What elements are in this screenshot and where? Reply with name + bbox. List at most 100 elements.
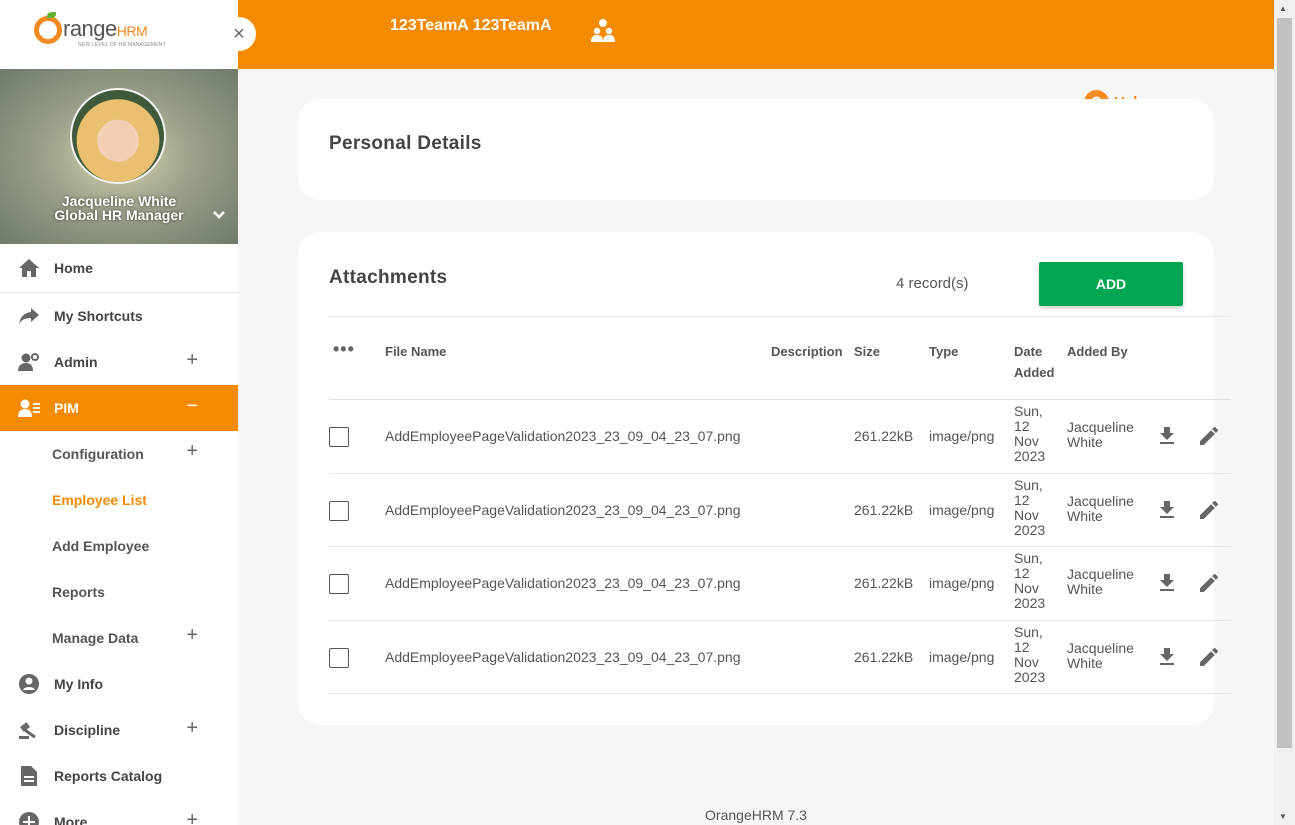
column-header-description[interactable]: Description xyxy=(771,341,843,362)
scroll-down-arrow-icon[interactable]: ▼ xyxy=(1279,812,1287,821)
orangehrm-logo[interactable]: rangeHRM xyxy=(34,12,148,44)
menu-item-pim[interactable]: PIM − xyxy=(0,385,238,431)
table-row: AddEmployeePageValidation2023_23_09_04_2… xyxy=(329,621,1231,694)
date-added-cell: Sun, 12 Nov 2023 xyxy=(1014,623,1054,685)
expand-plus-icon[interactable]: + xyxy=(186,624,198,647)
scroll-up-arrow-icon[interactable]: ▲ xyxy=(1279,4,1287,13)
profile-role: Global HR Manager xyxy=(54,207,184,223)
date-weekday: Sun, xyxy=(1014,403,1043,419)
scroll-thumb[interactable] xyxy=(1277,18,1292,748)
close-sidebar-button[interactable]: × xyxy=(222,17,256,51)
type-cell: image/png xyxy=(929,648,995,665)
avatar xyxy=(70,88,166,184)
column-header-file-name[interactable]: File Name xyxy=(385,341,446,362)
logo-text-main: range xyxy=(63,16,117,41)
home-icon xyxy=(18,257,40,279)
main-menu: Home My Shortcuts Admin + PIM − Configur… xyxy=(0,244,238,825)
team-users-icon[interactable] xyxy=(590,17,616,43)
edit-pencil-icon[interactable] xyxy=(1197,645,1221,669)
download-icon[interactable] xyxy=(1155,424,1179,448)
menu-label-home: Home xyxy=(54,260,93,276)
date-weekday: Sun, xyxy=(1014,476,1043,493)
file-name-cell: AddEmployeePageValidation2023_23_09_04_2… xyxy=(385,501,741,518)
records-count: 4 record(s) xyxy=(896,275,969,292)
submenu-label-employee-list: Employee List xyxy=(52,492,147,508)
date-year: 2023 xyxy=(1014,595,1046,611)
submenu-label-manage-data: Manage Data xyxy=(52,630,139,646)
expand-plus-icon[interactable]: + xyxy=(186,349,198,372)
column-header-size[interactable]: Size xyxy=(854,341,880,362)
bulk-actions-menu-icon[interactable]: ••• xyxy=(333,339,355,360)
menu-item-admin[interactable]: Admin + xyxy=(0,339,238,385)
personal-details-title: Personal Details xyxy=(329,133,482,154)
file-name-cell: AddEmployeePageValidation2023_23_09_04_2… xyxy=(385,648,741,665)
orange-logo-icon xyxy=(34,12,62,44)
row-checkbox[interactable] xyxy=(329,500,349,521)
added-by-cell: Jacqueline White xyxy=(1067,493,1147,524)
date-day: 12 xyxy=(1014,638,1030,655)
edit-pencil-icon[interactable] xyxy=(1197,498,1221,522)
document-icon xyxy=(18,765,40,787)
menu-label-pim: PIM xyxy=(54,400,79,416)
size-cell: 261.22kB xyxy=(854,501,914,518)
date-weekday: Sun, xyxy=(1014,623,1043,640)
date-year: 2023 xyxy=(1014,521,1046,538)
added-by-last: White xyxy=(1067,434,1103,450)
row-checkbox[interactable] xyxy=(329,647,349,668)
menu-item-my-shortcuts[interactable]: My Shortcuts xyxy=(0,293,238,339)
menu-label-more: More xyxy=(54,814,88,825)
menu-label-my-info: My Info xyxy=(54,676,103,692)
chevron-down-icon[interactable] xyxy=(212,207,226,223)
submenu-item-manage-data[interactable]: Manage Data + xyxy=(0,615,238,661)
expand-plus-icon[interactable]: + xyxy=(186,809,198,825)
date-added-cell: Sun, 12 Nov 2023 xyxy=(1014,551,1054,611)
gavel-icon xyxy=(18,719,40,741)
submenu-label-configuration: Configuration xyxy=(52,446,144,462)
menu-item-reports-catalog[interactable]: Reports Catalog xyxy=(0,753,238,799)
column-header-added-by[interactable]: Added By xyxy=(1067,341,1128,362)
add-attachment-button[interactable]: ADD xyxy=(1039,262,1183,306)
plus-circle-icon xyxy=(18,811,40,825)
row-checkbox[interactable] xyxy=(329,427,349,447)
added-by-last: White xyxy=(1067,654,1103,671)
edit-pencil-icon[interactable] xyxy=(1197,571,1221,595)
close-icon: × xyxy=(233,22,245,45)
menu-item-more[interactable]: More + xyxy=(0,799,238,825)
attachments-card: Attachments 4 record(s) ADD ••• File Nam… xyxy=(298,232,1231,725)
profile-panel: Jacqueline White Global HR Manager xyxy=(0,69,238,244)
expand-plus-icon[interactable]: + xyxy=(186,717,198,740)
menu-label-my-shortcuts: My Shortcuts xyxy=(54,308,143,324)
date-month: Nov xyxy=(1014,433,1039,449)
submenu-label-add-employee: Add Employee xyxy=(52,538,150,554)
personal-details-card: Personal Details xyxy=(298,99,1214,200)
submenu-item-employee-list[interactable]: Employee List xyxy=(0,477,238,523)
collapse-minus-icon[interactable]: − xyxy=(186,395,198,418)
column-header-type[interactable]: Type xyxy=(929,341,958,362)
row-checkbox[interactable] xyxy=(329,574,349,594)
edit-pencil-icon[interactable] xyxy=(1197,424,1221,448)
menu-item-my-info[interactable]: My Info xyxy=(0,661,238,707)
page-scrollbar[interactable]: ▲ ▼ xyxy=(1274,0,1295,825)
menu-item-home[interactable]: Home xyxy=(0,244,238,293)
download-icon[interactable] xyxy=(1155,571,1179,595)
team-name[interactable]: 123TeamA 123TeamA xyxy=(390,17,552,35)
table-row: AddEmployeePageValidation2023_23_09_04_2… xyxy=(329,474,1231,547)
column-header-date-added[interactable]: Date Added xyxy=(1014,341,1054,383)
submenu-item-reports[interactable]: Reports xyxy=(0,569,238,615)
menu-label-discipline: Discipline xyxy=(54,722,121,738)
date-month: Nov xyxy=(1014,653,1039,670)
column-header-date-line1: Date xyxy=(1014,344,1043,359)
submenu-item-add-employee[interactable]: Add Employee xyxy=(0,523,238,569)
submenu-item-configuration[interactable]: Configuration + xyxy=(0,431,238,477)
added-by-last: White xyxy=(1067,581,1103,597)
table-header: ••• File Name Description Size Type Date… xyxy=(329,316,1231,400)
expand-plus-icon[interactable]: + xyxy=(186,440,198,463)
column-header-date-line2: Added xyxy=(1014,365,1055,380)
logo-tagline: NEW LEVEL OF HR MANAGEMENT xyxy=(78,42,166,48)
download-icon[interactable] xyxy=(1155,645,1179,669)
download-icon[interactable] xyxy=(1155,498,1179,522)
menu-item-discipline[interactable]: Discipline + xyxy=(0,707,238,753)
submenu-label-reports: Reports xyxy=(52,584,105,600)
footer-version: OrangeHRM 7.3 xyxy=(705,807,807,823)
file-name-cell: AddEmployeePageValidation2023_23_09_04_2… xyxy=(385,428,741,444)
